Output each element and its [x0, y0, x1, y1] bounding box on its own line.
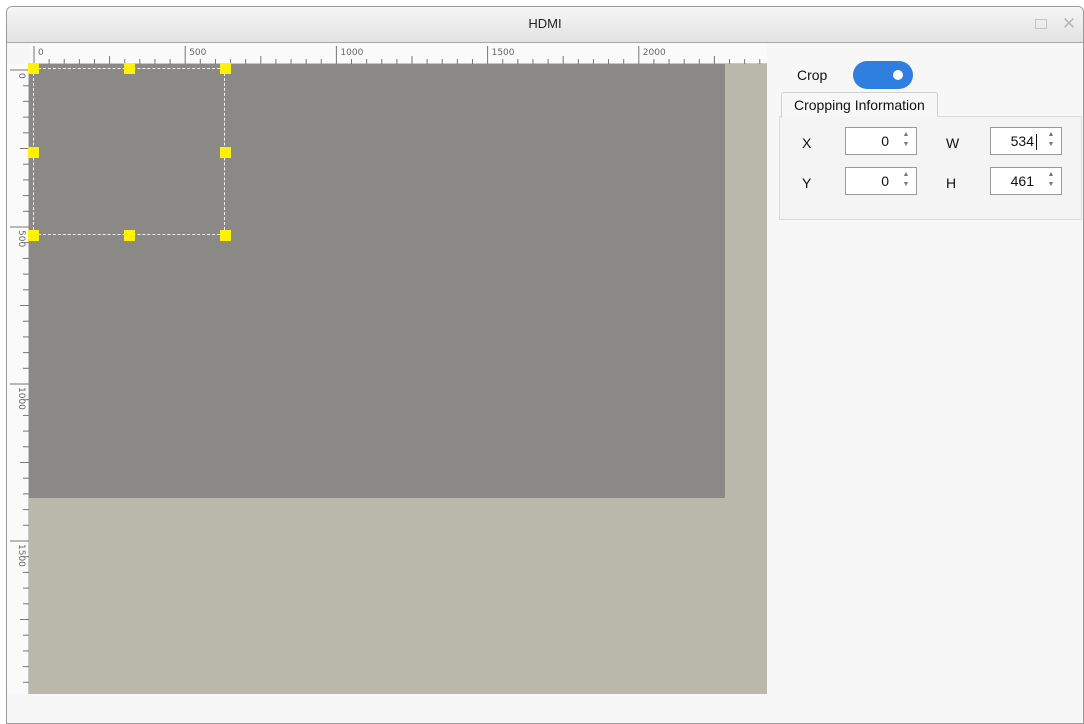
h-increment-icon[interactable]: ▲ — [1045, 171, 1057, 181]
y-increment-icon[interactable]: ▲ — [900, 171, 912, 181]
x-label: X — [802, 135, 812, 151]
crop-handle-top-middle[interactable] — [124, 63, 135, 74]
x-spinbox[interactable]: ▲ ▼ — [845, 127, 917, 155]
crop-toggle[interactable] — [853, 61, 913, 89]
crop-handle-top-left[interactable] — [28, 63, 39, 74]
ruler-label: 500 — [189, 48, 206, 58]
horizontal-ruler: 0 500 1000 1500 2000 — [29, 43, 767, 64]
workspace[interactable] — [28, 63, 767, 694]
w-spinbox[interactable]: ▲ ▼ — [990, 127, 1062, 155]
side-panel: Crop Cropping Information X ▲ ▼ W ▲ ▼ — [767, 43, 1083, 723]
ruler-label: 1500 — [16, 544, 26, 567]
title-bar[interactable]: HDMI ✕ — [7, 7, 1083, 43]
h-spinbox[interactable]: ▲ ▼ — [990, 167, 1062, 195]
crop-label: Crop — [797, 67, 828, 83]
horizontal-ruler-ticks: 0 500 1000 1500 2000 — [33, 46, 761, 64]
crop-handle-middle-left[interactable] — [28, 147, 39, 158]
w-label: W — [946, 135, 960, 151]
canvas-area: 0500100015002000 050010001500200 — [7, 43, 767, 723]
crop-handle-bottom-middle[interactable] — [124, 230, 135, 241]
y-input[interactable] — [847, 169, 895, 193]
h-label: H — [946, 175, 957, 191]
x-stepper-arrows[interactable]: ▲ ▼ — [900, 131, 912, 151]
h-input[interactable] — [992, 169, 1040, 193]
crop-handle-middle-right[interactable] — [220, 147, 231, 158]
crop-handle-bottom-left[interactable] — [28, 230, 39, 241]
ruler-label: 1500 — [492, 48, 515, 58]
close-icon[interactable]: ✕ — [1061, 15, 1077, 32]
y-decrement-icon[interactable]: ▼ — [900, 181, 912, 191]
vertical-ruler-ticks: 050010001500200 — [10, 69, 29, 683]
ruler-label: 1000 — [340, 48, 363, 58]
tab-cropping-information[interactable]: Cropping Information — [781, 92, 938, 117]
ruler-label: 500 — [16, 230, 26, 247]
ruler-label: 0 — [16, 73, 26, 79]
y-spinbox[interactable]: ▲ ▼ — [845, 167, 917, 195]
crop-handle-bottom-right[interactable] — [220, 230, 231, 241]
ruler-label: 1000 — [16, 387, 26, 410]
x-decrement-icon[interactable]: ▼ — [900, 141, 912, 151]
w-input[interactable] — [992, 129, 1040, 153]
window-title: HDMI — [528, 16, 562, 31]
hdmi-window: HDMI ✕ 0500100015002000 050010001500200 … — [6, 6, 1084, 724]
x-input[interactable] — [847, 129, 895, 153]
text-caret — [1036, 134, 1037, 150]
ruler-label: 0 — [38, 48, 44, 58]
toggle-knob — [893, 70, 903, 80]
maximize-icon[interactable] — [1033, 17, 1049, 31]
crop-rectangle[interactable] — [33, 68, 225, 235]
x-increment-icon[interactable]: ▲ — [900, 131, 912, 141]
w-increment-icon[interactable]: ▲ — [1045, 131, 1057, 141]
w-decrement-icon[interactable]: ▼ — [1045, 141, 1057, 151]
h-decrement-icon[interactable]: ▼ — [1045, 181, 1057, 191]
y-label: Y — [802, 175, 812, 191]
w-stepper-arrows[interactable]: ▲ ▼ — [1045, 131, 1057, 151]
y-stepper-arrows[interactable]: ▲ ▼ — [900, 171, 912, 191]
crop-handle-top-right[interactable] — [220, 63, 231, 74]
ruler-label: 2000 — [643, 48, 666, 58]
vertical-ruler: 050010001500200 — [7, 64, 29, 694]
h-stepper-arrows[interactable]: ▲ ▼ — [1045, 171, 1057, 191]
cropping-info-group: X ▲ ▼ W ▲ ▼ Y ▲ — [779, 116, 1082, 220]
